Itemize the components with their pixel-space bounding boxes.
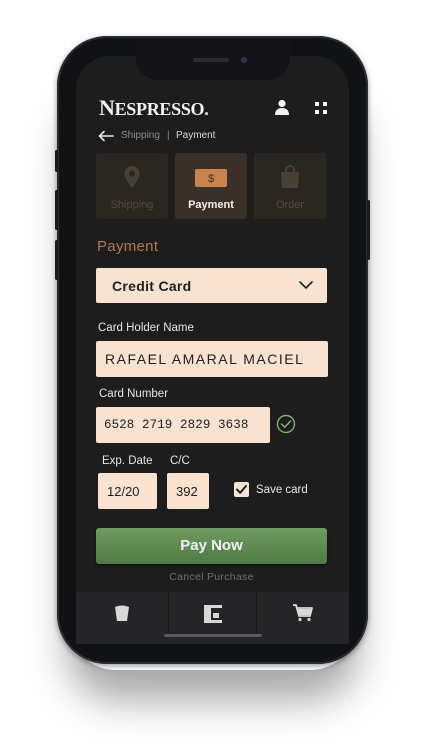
step-shipping[interactable]: Shipping — [96, 153, 168, 219]
card-number-input[interactable]: 6528 2719 2829 3638 — [96, 407, 270, 443]
camera — [241, 57, 247, 63]
grid-menu-icon[interactable] — [314, 101, 328, 115]
section-title-payment: Payment — [97, 238, 159, 255]
exp-date-value: 12/20 — [107, 484, 140, 499]
payment-method-select[interactable]: Credit Card — [96, 268, 327, 303]
back-arrow-icon[interactable] — [98, 130, 114, 142]
tab-cart[interactable] — [257, 592, 349, 636]
step-payment[interactable]: $ Payment — [175, 153, 247, 219]
home-indicator[interactable] — [164, 634, 262, 637]
step-label-shipping: Shipping — [110, 199, 154, 211]
card-number-value: 6528 2719 2829 3638 — [104, 418, 249, 432]
breadcrumb-prev[interactable]: Shipping — [121, 130, 160, 141]
card-holder-label: Card Holder Name — [98, 322, 194, 334]
checkmark-icon — [236, 485, 247, 494]
step-order[interactable]: Order — [254, 153, 326, 219]
exp-date-label: Exp. Date — [102, 455, 153, 467]
money-icon: $ — [195, 169, 227, 187]
nespresso-logo[interactable]: NESPRESSO. — [99, 95, 209, 121]
svg-text:$: $ — [208, 173, 214, 185]
step-label-payment: Payment — [188, 199, 234, 211]
volume-up-button — [55, 190, 58, 230]
cart-icon — [293, 604, 313, 622]
breadcrumb-current: Payment — [176, 130, 216, 141]
valid-check-icon — [276, 414, 296, 434]
volume-down-button — [55, 240, 58, 280]
save-card-checkbox[interactable] — [234, 482, 249, 497]
pay-now-button[interactable]: Pay Now — [96, 528, 327, 564]
mute-switch — [55, 150, 58, 172]
speaker — [193, 58, 229, 62]
power-button — [367, 200, 370, 260]
tab-machines[interactable] — [169, 592, 257, 636]
cvc-label: C/C — [170, 455, 190, 467]
card-holder-value: RAFAEL AMARAL MACIEL — [105, 351, 305, 367]
cancel-purchase-link[interactable]: Cancel Purchase — [96, 571, 327, 583]
step-label-order: Order — [275, 199, 305, 211]
card-number-label: Card Number — [99, 388, 169, 400]
payment-method-value: Credit Card — [112, 278, 192, 294]
card-holder-input[interactable]: RAFAEL AMARAL MACIEL — [96, 341, 328, 377]
breadcrumb-separator: | — [167, 130, 170, 141]
chevron-down-icon — [299, 281, 313, 289]
cvc-input[interactable]: 392 — [167, 473, 209, 509]
coffee-cup-icon — [115, 605, 129, 621]
cvc-value: 392 — [176, 484, 198, 499]
shopping-bag-icon — [281, 165, 299, 188]
coffee-machine-icon — [203, 605, 222, 623]
exp-date-input[interactable]: 12/20 — [98, 473, 157, 509]
tab-capsules[interactable] — [76, 592, 169, 636]
user-icon[interactable] — [274, 99, 290, 115]
location-pin-icon — [124, 166, 140, 188]
save-card-label[interactable]: Save card — [256, 484, 308, 496]
